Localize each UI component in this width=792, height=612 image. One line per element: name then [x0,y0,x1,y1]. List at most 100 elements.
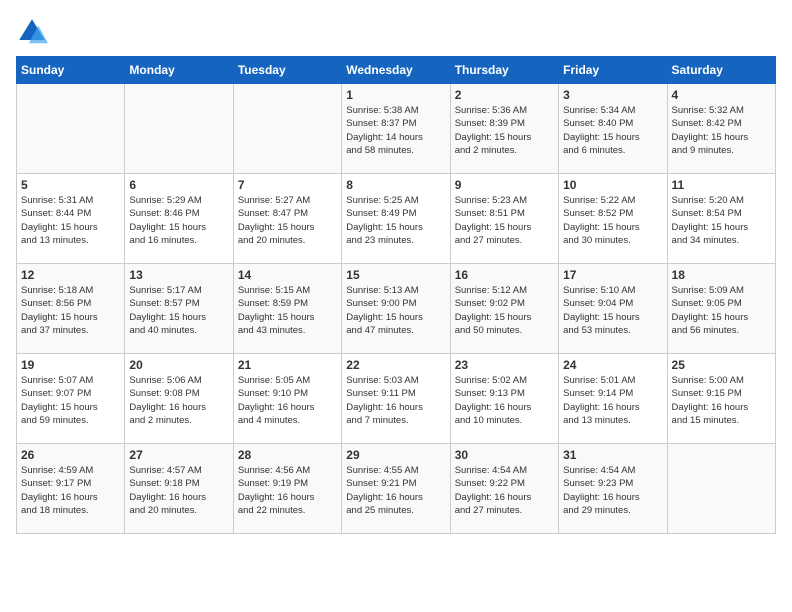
day-info: Sunrise: 5:17 AM Sunset: 8:57 PM Dayligh… [129,284,228,337]
table-row: 28 Sunrise: 4:56 AM Sunset: 9:19 PM Dayli… [233,444,341,534]
table-row: 26 Sunrise: 4:59 AM Sunset: 9:17 PM Dayli… [17,444,125,534]
day-info: Sunrise: 5:13 AM Sunset: 9:00 PM Dayligh… [346,284,445,337]
day-number: 21 [238,358,337,372]
day-info: Sunrise: 5:31 AM Sunset: 8:44 PM Dayligh… [21,194,120,247]
day-number: 18 [672,268,771,282]
table-row: 16 Sunrise: 5:12 AM Sunset: 9:02 PM Dayli… [450,264,558,354]
day-info: Sunrise: 5:00 AM Sunset: 9:15 PM Dayligh… [672,374,771,427]
day-number: 26 [21,448,120,462]
table-row: 23 Sunrise: 5:02 AM Sunset: 9:13 PM Dayli… [450,354,558,444]
day-number: 27 [129,448,228,462]
weekday-header-friday: Friday [559,57,667,84]
table-row: 6 Sunrise: 5:29 AM Sunset: 8:46 PM Daylig… [125,174,233,264]
weekday-header-row: SundayMondayTuesdayWednesdayThursdayFrid… [17,57,776,84]
calendar-header: SundayMondayTuesdayWednesdayThursdayFrid… [17,57,776,84]
day-info: Sunrise: 5:22 AM Sunset: 8:52 PM Dayligh… [563,194,662,247]
week-row-5: 26 Sunrise: 4:59 AM Sunset: 9:17 PM Dayli… [17,444,776,534]
table-row: 31Sunrise: 4:54 AM Sunset: 9:23 PM Dayli… [559,444,667,534]
table-row: 13 Sunrise: 5:17 AM Sunset: 8:57 PM Dayli… [125,264,233,354]
day-number: 19 [21,358,120,372]
day-info: Sunrise: 5:02 AM Sunset: 9:13 PM Dayligh… [455,374,554,427]
table-row: 8 Sunrise: 5:25 AM Sunset: 8:49 PM Daylig… [342,174,450,264]
day-info: Sunrise: 5:09 AM Sunset: 9:05 PM Dayligh… [672,284,771,337]
table-row: 20 Sunrise: 5:06 AM Sunset: 9:08 PM Dayli… [125,354,233,444]
day-number: 6 [129,178,228,192]
day-number: 16 [455,268,554,282]
day-number: 13 [129,268,228,282]
day-info: Sunrise: 5:07 AM Sunset: 9:07 PM Dayligh… [21,374,120,427]
day-info: Sunrise: 5:18 AM Sunset: 8:56 PM Dayligh… [21,284,120,337]
calendar-body: 1Sunrise: 5:38 AM Sunset: 8:37 PM Daylig… [17,84,776,534]
day-number: 1 [346,88,445,102]
week-row-4: 19 Sunrise: 5:07 AM Sunset: 9:07 PM Dayli… [17,354,776,444]
day-number: 20 [129,358,228,372]
table-row: 24Sunrise: 5:01 AM Sunset: 9:14 PM Dayli… [559,354,667,444]
table-row: 11 Sunrise: 5:20 AM Sunset: 8:54 PM Dayli… [667,174,775,264]
calendar-table: SundayMondayTuesdayWednesdayThursdayFrid… [16,56,776,534]
day-number: 2 [455,88,554,102]
day-number: 9 [455,178,554,192]
table-row: 2 Sunrise: 5:36 AM Sunset: 8:39 PM Daylig… [450,84,558,174]
day-info: Sunrise: 4:56 AM Sunset: 9:19 PM Dayligh… [238,464,337,517]
table-row: 25 Sunrise: 5:00 AM Sunset: 9:15 PM Dayli… [667,354,775,444]
weekday-header-saturday: Saturday [667,57,775,84]
day-info: Sunrise: 5:25 AM Sunset: 8:49 PM Dayligh… [346,194,445,247]
weekday-header-tuesday: Tuesday [233,57,341,84]
day-number: 29 [346,448,445,462]
day-info: Sunrise: 5:34 AM Sunset: 8:40 PM Dayligh… [563,104,662,157]
table-row: 9Sunrise: 5:23 AM Sunset: 8:51 PM Daylig… [450,174,558,264]
day-number: 5 [21,178,120,192]
day-info: Sunrise: 5:36 AM Sunset: 8:39 PM Dayligh… [455,104,554,157]
weekday-header-wednesday: Wednesday [342,57,450,84]
day-number: 22 [346,358,445,372]
day-info: Sunrise: 5:32 AM Sunset: 8:42 PM Dayligh… [672,104,771,157]
day-number: 3 [563,88,662,102]
day-info: Sunrise: 5:03 AM Sunset: 9:11 PM Dayligh… [346,374,445,427]
day-number: 4 [672,88,771,102]
table-row: 22 Sunrise: 5:03 AM Sunset: 9:11 PM Dayli… [342,354,450,444]
day-number: 23 [455,358,554,372]
day-info: Sunrise: 5:15 AM Sunset: 8:59 PM Dayligh… [238,284,337,337]
page-header [16,16,776,48]
day-info: Sunrise: 4:57 AM Sunset: 9:18 PM Dayligh… [129,464,228,517]
day-number: 14 [238,268,337,282]
logo-icon [16,16,48,48]
table-row: 1Sunrise: 5:38 AM Sunset: 8:37 PM Daylig… [342,84,450,174]
day-info: Sunrise: 4:59 AM Sunset: 9:17 PM Dayligh… [21,464,120,517]
weekday-header-thursday: Thursday [450,57,558,84]
table-row: 15 Sunrise: 5:13 AM Sunset: 9:00 PM Dayli… [342,264,450,354]
day-number: 11 [672,178,771,192]
day-number: 8 [346,178,445,192]
day-number: 25 [672,358,771,372]
day-number: 30 [455,448,554,462]
day-number: 15 [346,268,445,282]
day-info: Sunrise: 5:10 AM Sunset: 9:04 PM Dayligh… [563,284,662,337]
week-row-3: 12 Sunrise: 5:18 AM Sunset: 8:56 PM Dayli… [17,264,776,354]
table-row: 4 Sunrise: 5:32 AM Sunset: 8:42 PM Daylig… [667,84,775,174]
table-row [233,84,341,174]
day-info: Sunrise: 5:20 AM Sunset: 8:54 PM Dayligh… [672,194,771,247]
table-row: 5 Sunrise: 5:31 AM Sunset: 8:44 PM Daylig… [17,174,125,264]
day-info: Sunrise: 5:29 AM Sunset: 8:46 PM Dayligh… [129,194,228,247]
logo [16,16,52,48]
table-row: 10 Sunrise: 5:22 AM Sunset: 8:52 PM Dayli… [559,174,667,264]
table-row: 12 Sunrise: 5:18 AM Sunset: 8:56 PM Dayli… [17,264,125,354]
day-info: Sunrise: 4:55 AM Sunset: 9:21 PM Dayligh… [346,464,445,517]
table-row: 27 Sunrise: 4:57 AM Sunset: 9:18 PM Dayli… [125,444,233,534]
day-number: 12 [21,268,120,282]
day-info: Sunrise: 5:06 AM Sunset: 9:08 PM Dayligh… [129,374,228,427]
day-number: 28 [238,448,337,462]
day-info: Sunrise: 5:01 AM Sunset: 9:14 PM Dayligh… [563,374,662,427]
week-row-1: 1Sunrise: 5:38 AM Sunset: 8:37 PM Daylig… [17,84,776,174]
day-info: Sunrise: 5:12 AM Sunset: 9:02 PM Dayligh… [455,284,554,337]
table-row: 30Sunrise: 4:54 AM Sunset: 9:22 PM Dayli… [450,444,558,534]
table-row: 17Sunrise: 5:10 AM Sunset: 9:04 PM Dayli… [559,264,667,354]
weekday-header-sunday: Sunday [17,57,125,84]
day-info: Sunrise: 5:27 AM Sunset: 8:47 PM Dayligh… [238,194,337,247]
table-row [125,84,233,174]
table-row: 29 Sunrise: 4:55 AM Sunset: 9:21 PM Dayli… [342,444,450,534]
table-row: 21Sunrise: 5:05 AM Sunset: 9:10 PM Dayli… [233,354,341,444]
day-number: 31 [563,448,662,462]
day-number: 10 [563,178,662,192]
table-row: 3 Sunrise: 5:34 AM Sunset: 8:40 PM Daylig… [559,84,667,174]
